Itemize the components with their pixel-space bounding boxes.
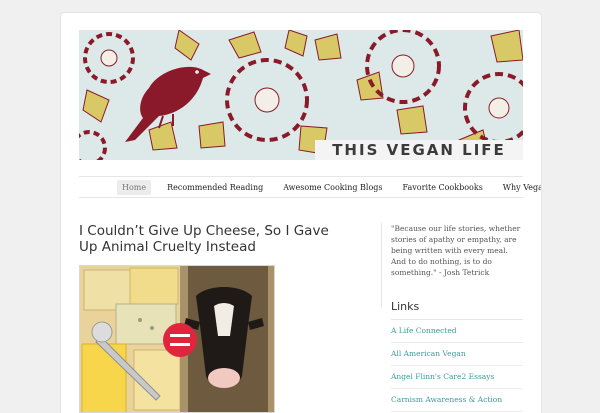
sidebar-quote: "Because our life stories, whether stori…: [391, 224, 521, 277]
post-featured-image[interactable]: [79, 265, 275, 413]
nav-item-recommended-reading[interactable]: Recommended Reading: [167, 183, 263, 192]
post-title[interactable]: I Couldn’t Give Up Cheese, So I Gave Up …: [79, 223, 329, 255]
links-heading: Links: [391, 300, 523, 320]
sidebar: "Because our life stories, whether stori…: [381, 223, 523, 412]
page-container: THIS VEGAN LIFE Home Recommended Reading…: [60, 12, 542, 413]
link-a-life-connected[interactable]: A Life Connected: [391, 326, 457, 335]
nav-item-why-vegan[interactable]: Why Vegan?: [503, 183, 541, 192]
list-item: Carnism Awareness & Action: [391, 389, 523, 412]
nav-item-home[interactable]: Home: [117, 179, 152, 195]
list-item: All American Vegan: [391, 343, 523, 366]
header-banner[interactable]: THIS VEGAN LIFE: [79, 30, 523, 160]
nav-item-awesome-cooking-blogs[interactable]: Awesome Cooking Blogs: [283, 183, 382, 192]
link-angel-flinn-essays[interactable]: Angel Flinn's Care2 Essays: [391, 372, 494, 381]
main-nav: Home Recommended Reading Awesome Cooking…: [79, 176, 541, 198]
list-item: Angel Flinn's Care2 Essays: [391, 366, 523, 389]
link-all-american-vegan[interactable]: All American Vegan: [391, 349, 466, 358]
links-list: A Life Connected All American Vegan Ange…: [381, 320, 523, 412]
site-title: THIS VEGAN LIFE: [332, 141, 506, 159]
quote-divider: [381, 223, 382, 307]
nav-item-favorite-cookbooks[interactable]: Favorite Cookbooks: [403, 183, 483, 192]
cheese-and-calf-photo: [80, 266, 274, 412]
site-title-bar: THIS VEGAN LIFE: [315, 140, 523, 160]
list-item: A Life Connected: [391, 320, 523, 343]
